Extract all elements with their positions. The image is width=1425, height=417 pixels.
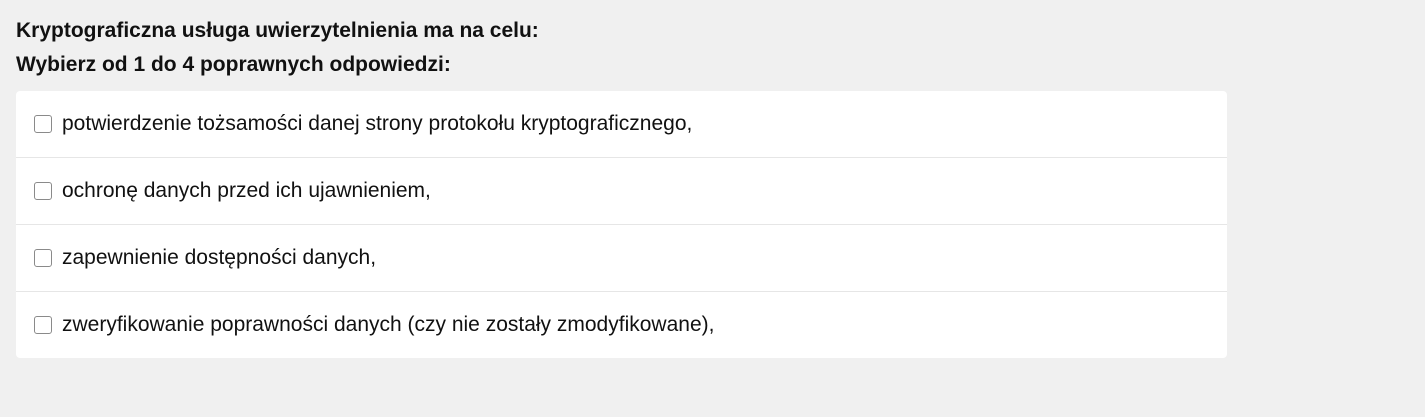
answer-option-1[interactable]: potwierdzenie tożsamości danej strony pr… — [16, 91, 1227, 158]
answer-checkbox-1[interactable] — [34, 115, 52, 133]
answer-option-2[interactable]: ochronę danych przed ich ujawnieniem, — [16, 158, 1227, 225]
answer-checkbox-3[interactable] — [34, 249, 52, 267]
answer-checkbox-2[interactable] — [34, 182, 52, 200]
answer-list: potwierdzenie tożsamości danej strony pr… — [16, 91, 1227, 358]
answer-checkbox-4[interactable] — [34, 316, 52, 334]
question-block: Kryptograficzna usługa uwierzytelnienia … — [16, 14, 1227, 358]
answer-label-2: ochronę danych przed ich ujawnieniem, — [62, 179, 431, 202]
question-title: Kryptograficzna usługa uwierzytelnienia … — [16, 19, 539, 42]
answer-option-3[interactable]: zapewnienie dostępności danych, — [16, 225, 1227, 292]
answer-label-3: zapewnienie dostępności danych, — [62, 246, 377, 269]
answer-label-4: zweryfikowanie poprawności danych (czy n… — [62, 313, 715, 336]
question-instruction: Wybierz od 1 do 4 poprawnych odpowiedzi: — [16, 53, 451, 76]
answer-label-1: potwierdzenie tożsamości danej strony pr… — [62, 112, 693, 135]
answer-option-4[interactable]: zweryfikowanie poprawności danych (czy n… — [16, 292, 1227, 358]
